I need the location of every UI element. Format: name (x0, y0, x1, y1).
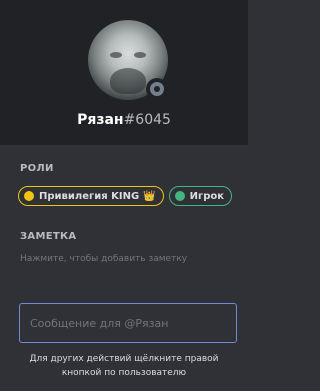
note-input[interactable]: Нажмите, чтобы добавить заметку (20, 254, 187, 264)
discriminator: #6045 (123, 112, 171, 128)
roles-title: РОЛИ (20, 163, 54, 174)
role-label: Игрок (189, 190, 225, 202)
roles-list: Привилегия KING 👑 Игрок (18, 186, 233, 206)
username: Рязан (77, 112, 124, 128)
username-tag[interactable]: Рязан#6045 (0, 111, 248, 129)
crown-icon: 👑 (143, 190, 156, 202)
role-player[interactable]: Игрок (168, 186, 233, 206)
avatar[interactable] (88, 20, 168, 100)
role-privilege-king[interactable]: Привилегия KING 👑 (18, 186, 164, 206)
profile-header: Рязан#6045 (0, 0, 248, 145)
message-input[interactable] (19, 303, 237, 343)
context-menu-hint: Для других действий щёлкните правой кноп… (29, 354, 219, 378)
role-color-dot[interactable] (24, 191, 34, 201)
status-indicator (146, 78, 168, 100)
role-color-dot[interactable] (174, 191, 185, 201)
note-title: ЗАМЕТКА (20, 231, 77, 242)
role-label: Привилегия KING (39, 190, 140, 202)
offline-status-icon (150, 82, 164, 96)
